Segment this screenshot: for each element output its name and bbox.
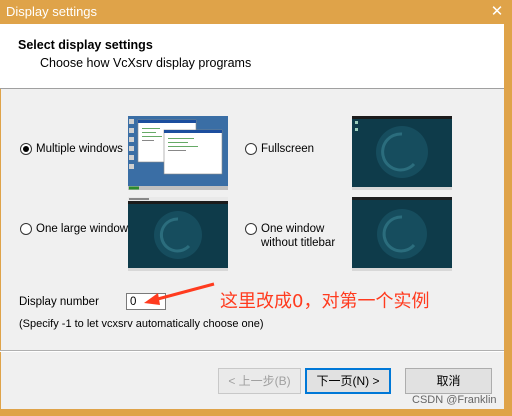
watermark: CSDN @Franklin [412, 394, 497, 406]
option-fullscreen-label[interactable]: Fullscreen [261, 143, 314, 155]
window-border-bottom [0, 409, 512, 416]
windows-desktop-image [128, 116, 228, 190]
option-one-window-label[interactable]: One window [261, 223, 324, 235]
radio-multiple-windows[interactable] [20, 143, 32, 155]
window-title: Display settings [6, 4, 98, 19]
debian-borderless-image [352, 197, 452, 271]
close-icon[interactable]: ✕ [486, 1, 508, 23]
display-number-label: Display number [19, 296, 99, 308]
one-large-window-preview [128, 197, 228, 271]
annotation-arrow-icon [144, 282, 215, 305]
back-button[interactable]: < 上一步(B) [218, 368, 301, 394]
option-one-large-window-label[interactable]: One large window [36, 223, 128, 235]
page-title: Select display settings [18, 38, 153, 52]
option-one-window-label-line2[interactable]: without titlebar [261, 237, 335, 249]
next-button[interactable]: 下一页(N) > [305, 368, 391, 394]
radio-selected-dot [23, 146, 29, 152]
cancel-button[interactable]: 取消 [405, 368, 492, 394]
window-border-right [504, 24, 512, 416]
display-number-hint: (Specify -1 to let vcxsrv automatically … [19, 318, 264, 330]
radio-one-window-no-titlebar[interactable] [245, 223, 257, 235]
annotation-text: 这里改成0，对第一个实例 [220, 291, 430, 312]
radio-one-large-window[interactable] [20, 223, 32, 235]
debian-window-image [128, 197, 228, 271]
debian-desktop-image [352, 116, 452, 190]
multiple-windows-preview [128, 116, 228, 190]
one-window-no-titlebar-preview [352, 197, 452, 271]
page-subtitle: Choose how VcXsrv display programs [40, 56, 252, 70]
option-multiple-windows-label[interactable]: Multiple windows [36, 143, 123, 155]
wizard-header: Select display settings Choose how VcXsr… [0, 24, 504, 89]
footer-divider [0, 350, 504, 352]
fullscreen-preview [352, 116, 452, 190]
radio-fullscreen[interactable] [245, 143, 257, 155]
